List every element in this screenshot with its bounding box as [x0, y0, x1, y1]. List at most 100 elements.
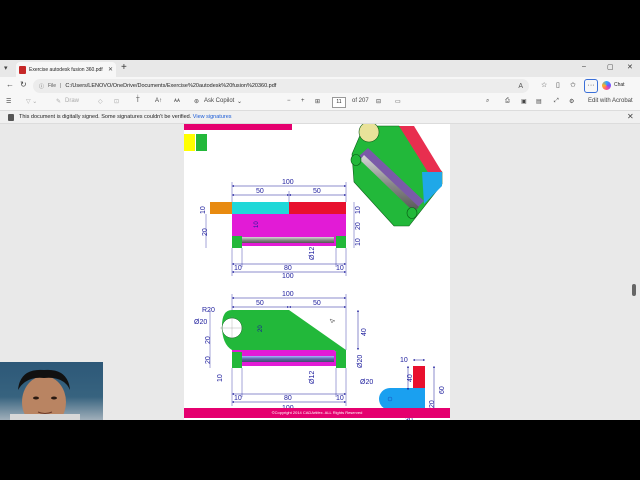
copyright-footer: ©Copyright 2014 CADArtifex. ALL Rights R… — [184, 408, 450, 418]
settings-gear-icon[interactable]: ⚙ — [569, 98, 574, 105]
ask-copilot-icon[interactable]: ⊛ — [194, 98, 199, 105]
immersive-reader-icon[interactable]: ᴀᴀ — [174, 98, 180, 104]
dim-front-bottom-80: 80 — [284, 395, 292, 402]
favorites-icon[interactable]: ✩ — [570, 81, 576, 89]
read-aloud-pdf-icon[interactable]: A↑ — [155, 98, 162, 104]
contents-icon[interactable]: ☰ — [6, 98, 11, 105]
edit-with-acrobat-button[interactable]: Edit with Acrobat — [588, 98, 633, 104]
address-bar[interactable]: ⓘ File | C:/Users/LENOVO/OneDrive/Docume… — [33, 79, 529, 93]
dim-top-bottom-80: 80 — [284, 265, 292, 272]
new-tab-button[interactable]: + — [121, 62, 127, 73]
vertical-scrollbar[interactable] — [632, 284, 636, 296]
dim-top-right-20: 20 — [355, 222, 362, 230]
refresh-icon[interactable]: ↻ — [20, 80, 27, 89]
pdf-toolbar: ☰ ▽ ⌄ ✎ Draw ◇ ⊡ Tͥ A↑ ᴀᴀ ⊛ Ask Copilot … — [0, 95, 640, 111]
minimize-button[interactable]: – — [582, 63, 586, 70]
tab-strip: ▾ Exercise autodesk fusion 360.pdf ✕ + –… — [0, 60, 640, 77]
zoom-in-button[interactable]: + — [301, 98, 305, 104]
info-icon: ⓘ — [39, 83, 45, 90]
text-box-icon[interactable]: ⊡ — [114, 98, 119, 105]
mouse-cursor-icon — [329, 318, 336, 324]
tab-exercise-pdf[interactable]: Exercise autodesk fusion 360.pdf ✕ — [16, 62, 116, 77]
pdf-file-icon — [19, 65, 26, 74]
dim-front-right-dia-20: Ø20 — [357, 355, 364, 368]
print-icon[interactable]: ⎙ — [505, 98, 510, 105]
save-icon[interactable]: ▣ — [521, 98, 527, 105]
top-view: 100 50 50 10 20 10 20 10 10 10 80 10 100… — [200, 179, 362, 280]
search-icon[interactable]: ⌕ — [486, 98, 489, 105]
presenter-face — [10, 369, 80, 420]
dim-front-bottom-10: 10 — [234, 395, 242, 402]
zoom-out-button[interactable]: − — [287, 98, 291, 104]
ask-copilot-chevron-icon[interactable]: ⌄ — [237, 98, 242, 105]
dim-front-inner-20: 20 — [258, 325, 264, 332]
exercise-header-bar — [184, 124, 292, 130]
ask-copilot-button[interactable]: Ask Copilot — [204, 98, 234, 104]
dim-side-60: 60 — [439, 386, 446, 394]
dim-front-dia-12: Ø12 — [309, 371, 316, 384]
copilot-icon[interactable] — [602, 81, 611, 90]
favorite-star-icon[interactable]: ☆ — [541, 81, 547, 89]
dim-top-left-20: 20 — [202, 228, 209, 236]
erase-icon[interactable]: ◇ — [98, 98, 103, 105]
dim-front-r20: R20 — [202, 307, 215, 314]
dim-top-inner-10: 10 — [254, 221, 260, 228]
dim-top-50-left: 50 — [256, 188, 264, 195]
split-screen-icon[interactable]: ▯ — [556, 81, 560, 89]
dim-side-top-10: 10 — [400, 357, 408, 364]
front-view: 100 50 50 R20 Ø20 20 20 20 10 40 Ø20 Ø12… — [194, 291, 368, 412]
highlight-icon[interactable]: ▽ ⌄ — [26, 98, 37, 105]
dim-top-dia-12: Ø12 — [309, 247, 316, 260]
draw-label[interactable]: Draw — [65, 98, 79, 104]
fit-page-icon[interactable]: ⊞ — [315, 98, 320, 105]
pdf-page: 100 50 50 10 20 10 20 10 10 10 80 10 100… — [184, 124, 450, 420]
dim-side-dia-20: Ø20 — [360, 379, 373, 386]
tab-close-icon[interactable]: ✕ — [108, 66, 113, 73]
screen: ▾ Exercise autodesk fusion 360.pdf ✕ + –… — [0, 0, 640, 480]
color-swatch-yellow — [184, 134, 195, 151]
rotate-icon[interactable]: ⊟ — [376, 98, 381, 105]
webcam-overlay — [0, 362, 103, 420]
dim-front-hole-dia: Ø20 — [194, 319, 207, 326]
dim-side-20: 20 — [429, 400, 436, 408]
tab-title: Exercise autodesk fusion 360.pdf — [29, 66, 103, 73]
dim-front-left-20a: 20 — [205, 336, 212, 344]
chat-label[interactable]: Chat — [614, 82, 625, 88]
dim-side-40: 40 — [407, 374, 414, 382]
page-total-label: of 207 — [352, 98, 369, 104]
address-row: ← ↻ ⓘ File | C:/Users/LENOVO/OneDrive/Do… — [0, 77, 640, 95]
close-window-button[interactable]: ✕ — [627, 63, 633, 71]
fullscreen-icon[interactable]: ⤢ — [554, 98, 559, 105]
maximize-button[interactable]: ▢ — [607, 63, 614, 71]
dim-top-left-10: 10 — [200, 206, 207, 214]
add-text-icon[interactable]: Tͥ — [136, 98, 140, 104]
save-as-icon[interactable]: ▤ — [536, 98, 542, 105]
close-infobar-icon[interactable]: ✕ — [627, 112, 634, 121]
dim-front-left-20b: 20 — [205, 356, 212, 364]
dim-front-50-left: 50 — [256, 300, 264, 307]
dim-front-100: 100 — [282, 291, 294, 298]
url-scheme-label: File — [48, 83, 57, 89]
dim-front-bottom-10r: 10 — [336, 395, 344, 402]
signature-icon — [8, 114, 14, 121]
url-text: C:/Users/LENOVO/OneDrive/Documents/Exerc… — [65, 83, 277, 89]
dim-top-bottom-10: 10 — [234, 265, 242, 272]
dim-top-50-right: 50 — [313, 188, 321, 195]
dim-front-left-10: 10 — [217, 374, 224, 382]
draw-icon[interactable]: ✎ — [56, 98, 61, 105]
page-view-icon[interactable]: ▭ — [395, 98, 401, 105]
page-number-input[interactable]: 11 — [332, 97, 346, 108]
view-signatures-link[interactable]: View signatures — [193, 114, 232, 120]
dim-top-bottom-100: 100 — [282, 273, 294, 280]
dim-top-100: 100 — [282, 179, 294, 186]
dim-top-bottom-10r: 10 — [336, 265, 344, 272]
signature-infobar: This document is digitally signed. Some … — [0, 111, 640, 124]
dim-top-right-10: 10 — [355, 206, 362, 214]
dim-top-right-10b: 10 — [355, 238, 362, 246]
color-swatch-green — [196, 134, 207, 151]
tab-actions-icon[interactable]: ▾ — [4, 64, 8, 72]
back-icon[interactable]: ← — [6, 80, 14, 89]
engineering-drawing: 100 50 50 10 20 10 20 10 10 10 80 10 100… — [184, 124, 446, 420]
read-aloud-icon[interactable]: A — [518, 83, 523, 90]
more-button[interactable]: ··· — [584, 79, 598, 93]
